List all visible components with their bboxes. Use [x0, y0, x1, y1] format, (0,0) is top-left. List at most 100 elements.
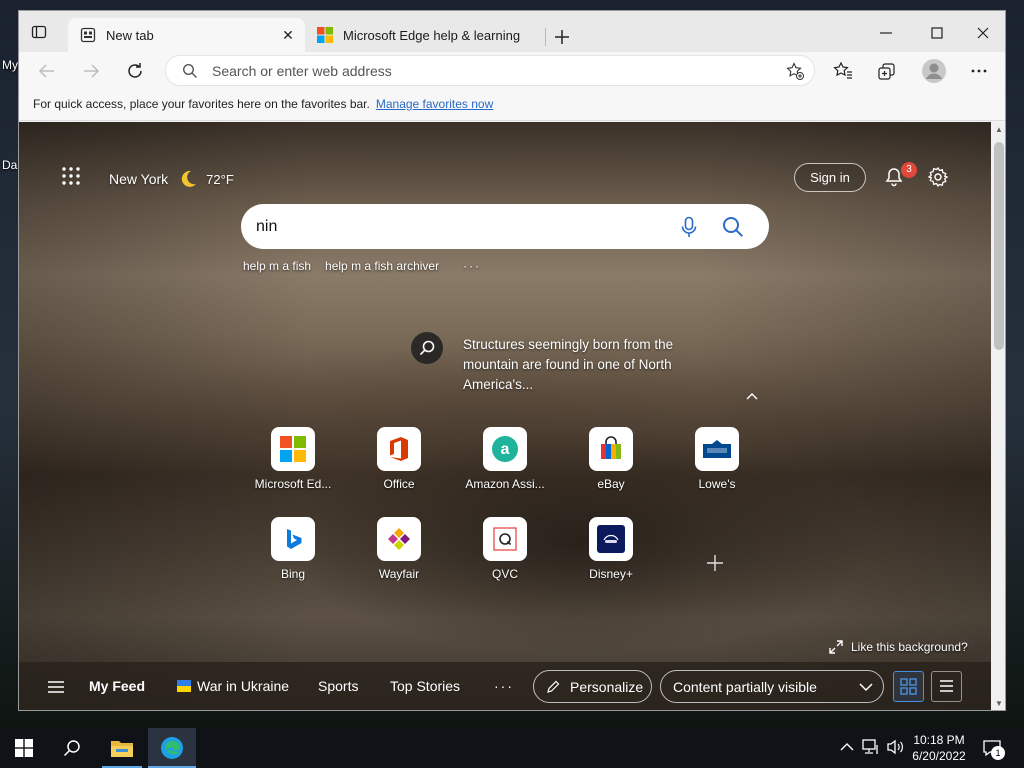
scroll-up-arrow-icon[interactable]: ▲ [994, 125, 1004, 135]
quick-link-microsoft-edge[interactable]: Microsoft Ed... [248, 427, 338, 491]
quick-link-disney-plus[interactable]: Disney+ [566, 517, 656, 581]
office-icon [390, 437, 408, 461]
tab-actions-icon[interactable] [31, 24, 47, 40]
maximize-icon[interactable] [925, 21, 949, 45]
scrollbar-thumb[interactable] [994, 142, 1004, 350]
microsoft-logo-icon [317, 27, 333, 43]
desktop-icon-label[interactable]: My [2, 58, 18, 72]
windows-taskbar: 10:18 PM 6/20/2022 1 [0, 728, 1024, 768]
svg-text:a: a [501, 441, 510, 458]
image-info-button[interactable] [411, 332, 443, 364]
minimize-icon[interactable] [874, 21, 898, 45]
clock-time: 10:18 PM [913, 733, 965, 747]
desktop-icon-label[interactable]: Da [2, 158, 17, 172]
feed-tab-label: War in Ukraine [197, 678, 290, 694]
feed-tab-top-stories[interactable]: Top Stories [390, 678, 460, 694]
feed-more-button[interactable]: ··· [494, 678, 514, 694]
suggestion-item[interactable]: help m a fish [243, 259, 311, 273]
quick-link-label: Lowe's [698, 477, 736, 491]
show-hidden-icons-chevron-icon[interactable] [840, 742, 854, 752]
edge-browser-icon [161, 737, 183, 759]
close-tab-icon[interactable]: ✕ [281, 28, 295, 42]
list-view-button[interactable] [931, 671, 962, 702]
microphone-icon[interactable] [679, 216, 699, 238]
search-submit-icon[interactable] [721, 215, 745, 239]
settings-gear-icon[interactable] [927, 166, 949, 188]
hamburger-menu-icon[interactable] [47, 680, 65, 694]
address-input[interactable] [212, 61, 772, 81]
quick-link-bing[interactable]: Bing [248, 517, 338, 581]
network-icon[interactable] [862, 739, 880, 755]
tab-label: New tab [106, 27, 154, 43]
moon-icon [181, 170, 197, 187]
profile-avatar-icon[interactable] [921, 58, 947, 84]
feed-tab-war-in-ukraine[interactable]: War in Ukraine [177, 678, 289, 694]
system-clock[interactable]: 10:18 PM 6/20/2022 [904, 732, 974, 764]
tab-label: Microsoft Edge help & learning [343, 27, 521, 43]
feed-navigation-bar: My Feed War in Ukraine Sports Top Storie… [19, 662, 991, 710]
notification-count-badge: 1 [991, 746, 1005, 760]
start-button[interactable] [0, 728, 48, 768]
new-tab-page: New York 72°F Sign in 3 help m a fish he… [19, 122, 991, 710]
quick-link-lowes[interactable]: Lowe's [672, 427, 762, 491]
feed-tab-my-feed[interactable]: My Feed [89, 678, 145, 694]
action-center-button[interactable]: 1 [982, 738, 1006, 760]
content-visibility-dropdown[interactable]: Content partially visible [660, 670, 884, 703]
web-search-box[interactable] [241, 204, 769, 249]
background-fact-text[interactable]: Structures seemingly born from the mount… [463, 335, 703, 395]
app-launcher-icon[interactable] [61, 166, 81, 186]
like-background-button[interactable]: Like this background? [829, 640, 968, 654]
taskbar-file-explorer[interactable] [98, 728, 146, 768]
more-options-icon[interactable] [968, 60, 990, 82]
add-site-icon[interactable] [705, 553, 725, 573]
quick-link-amazon-assistant[interactable]: a Amazon Assi... [460, 427, 550, 491]
quick-link-ebay[interactable]: eBay [566, 427, 656, 491]
new-tab-icon [80, 27, 96, 43]
search-icon [182, 63, 197, 78]
feed-tab-sports[interactable]: Sports [318, 678, 358, 694]
new-tab-button[interactable] [552, 27, 572, 47]
suggestions-more-button[interactable]: ··· [463, 259, 481, 273]
suggestion-item[interactable]: help m a fish archiver [325, 259, 439, 273]
ebay-icon [601, 436, 621, 459]
lowes-icon [703, 440, 731, 458]
navigation-toolbar [19, 52, 1005, 89]
search-icon [63, 740, 80, 757]
scroll-down-arrow-icon[interactable]: ▼ [994, 699, 1004, 709]
quick-link-qvc[interactable]: QVC [460, 517, 550, 581]
quick-link-label: Bing [280, 567, 306, 581]
forward-icon[interactable] [80, 60, 102, 82]
pencil-icon [547, 680, 560, 693]
tab-separator [545, 28, 546, 46]
add-favorite-icon[interactable] [786, 62, 804, 80]
page-scrollbar[interactable]: ▲ ▼ [991, 122, 1005, 710]
address-bar[interactable] [165, 55, 815, 86]
qvc-icon [493, 527, 517, 551]
taskbar-microsoft-edge[interactable] [148, 728, 196, 768]
manage-favorites-link[interactable]: Manage favorites now [376, 97, 493, 111]
chevron-up-icon[interactable] [745, 390, 759, 402]
amazon-assistant-icon: a [492, 436, 518, 462]
ukraine-flag-icon [177, 680, 191, 692]
tab-edge-help[interactable]: Microsoft Edge help & learning [309, 18, 545, 52]
file-explorer-icon [111, 741, 133, 757]
weather-location: New York [109, 171, 169, 187]
grid-view-button[interactable] [893, 671, 924, 702]
wayfair-icon [388, 528, 410, 550]
sign-in-button[interactable]: Sign in [794, 163, 866, 192]
favorites-icon[interactable] [832, 60, 854, 82]
quick-link-wayfair[interactable]: Wayfair [354, 517, 444, 581]
quick-link-office[interactable]: Office [354, 427, 444, 491]
personalize-button[interactable]: Personalize [533, 670, 652, 703]
web-search-input[interactable] [256, 216, 656, 238]
back-icon[interactable] [36, 60, 58, 82]
weather-widget[interactable]: New York 72°F [109, 168, 234, 190]
tab-new-tab[interactable]: New tab ✕ [68, 18, 305, 52]
close-window-icon[interactable] [971, 21, 995, 45]
collections-icon[interactable] [876, 60, 898, 82]
volume-icon[interactable] [886, 739, 904, 755]
refresh-icon[interactable] [124, 60, 146, 82]
favorites-bar-message: For quick access, place your favorites h… [33, 97, 370, 111]
taskbar-search-button[interactable] [48, 728, 96, 768]
quick-link-label: Disney+ [589, 567, 633, 581]
